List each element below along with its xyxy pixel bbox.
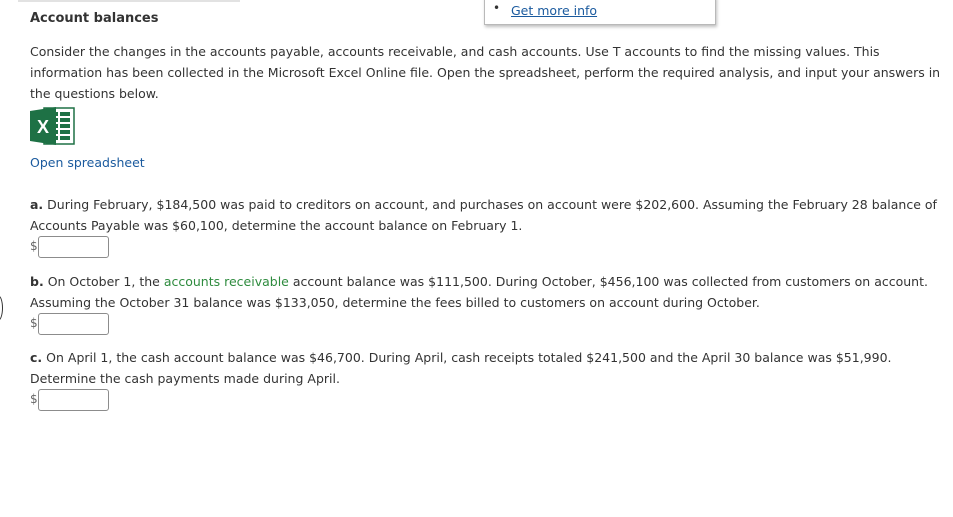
answer-c-input[interactable]	[38, 389, 109, 411]
question-a-letter: a.	[30, 197, 44, 212]
question-c: c. On April 1, the cash account balance …	[30, 347, 945, 389]
question-b-text-before: On October 1, the	[47, 274, 160, 289]
get-more-info-link[interactable]: Get more info	[511, 3, 597, 18]
question-c-letter: c.	[30, 350, 43, 365]
answer-b-input[interactable]	[38, 313, 109, 335]
page-title: Account balances	[30, 11, 159, 26]
answer-b-currency: $	[30, 316, 38, 330]
accounts-receivable-term-link[interactable]: accounts receivable	[164, 274, 289, 289]
question-b-letter: b.	[30, 274, 44, 289]
info-popup: • Get more info	[484, 0, 716, 25]
answer-a-input[interactable]	[38, 236, 109, 258]
left-edge-handle	[0, 295, 3, 321]
answer-c-currency: $	[30, 392, 38, 406]
bullet-icon: •	[493, 1, 501, 15]
excel-icon-letter: X	[37, 117, 49, 137]
intro-text: Consider the changes in the accounts pay…	[30, 44, 941, 101]
open-spreadsheet-link[interactable]: Open spreadsheet	[30, 155, 145, 170]
question-b: b. On October 1, the accounts receivable…	[30, 271, 945, 313]
excel-icon[interactable]: X	[30, 106, 76, 146]
question-a: a. During February, $184,500 was paid to…	[30, 194, 945, 236]
question-a-text: During February, $184,500 was paid to cr…	[30, 197, 937, 233]
answer-a-currency: $	[30, 239, 38, 253]
top-divider	[18, 0, 240, 2]
question-c-text: On April 1, the cash account balance was…	[30, 350, 892, 386]
